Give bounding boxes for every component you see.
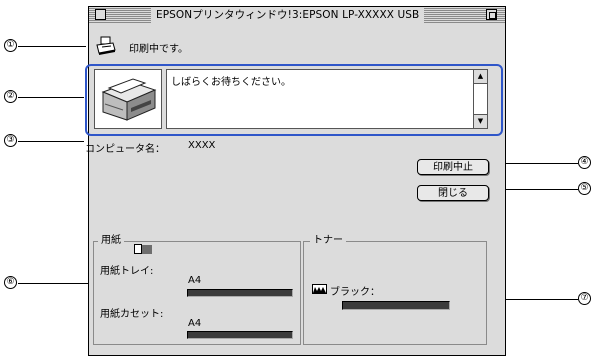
callout-line-1 <box>18 46 86 47</box>
paper-tray-size: A4 <box>188 275 202 286</box>
callout-2: ② <box>4 90 17 103</box>
toner-group: トナー ブラック： <box>303 234 487 345</box>
printer-icon <box>96 36 116 55</box>
callout-line-6 <box>18 283 92 284</box>
callout-3: ③ <box>4 134 17 147</box>
paper-stack-icon <box>134 244 152 254</box>
status-text: 印刷中です。 <box>129 44 188 55</box>
paper-group: 用紙 用紙トレイ: A4 用紙カセット: A4 <box>93 234 301 345</box>
paper-legend-label: 用紙 <box>101 235 121 246</box>
toner-icon <box>312 284 327 294</box>
scroll-up-arrow-icon[interactable]: ▲ <box>474 70 487 84</box>
toner-black-label: ブラック： <box>330 287 380 298</box>
message-scrollbar[interactable]: ▲ ▼ <box>473 70 487 128</box>
toner-group-legend: トナー <box>310 234 346 248</box>
close-box[interactable] <box>95 9 106 20</box>
callout-line-2 <box>18 97 84 98</box>
cancel-print-button[interactable]: 印刷中止 <box>417 159 489 175</box>
window-title: EPSONプリンタウィンドウ!3:EPSON LP-XXXXX USB <box>151 8 425 23</box>
callout-5: ⑤ <box>578 182 591 195</box>
printer-window: EPSONプリンタウィンドウ!3:EPSON LP-XXXXX USB 印刷中で… <box>85 6 506 356</box>
computer-name-value: XXXX <box>188 140 216 151</box>
message-text: しばらくお待ちください。 <box>171 77 291 88</box>
paper-group-legend: 用紙 <box>98 234 124 248</box>
laser-printer-icon <box>101 78 157 121</box>
printer-image <box>94 69 162 129</box>
paper-tray-label: 用紙トレイ: <box>100 266 154 277</box>
paper-cassette-size: A4 <box>188 318 202 329</box>
close-button[interactable]: 閉じる <box>417 185 489 201</box>
paper-tray-level-bar <box>187 289 293 297</box>
computer-name-label: コンピュータ名： <box>85 144 165 155</box>
paper-cassette-level-bar <box>187 331 293 339</box>
toner-black-level-fill <box>343 302 449 309</box>
title-bar[interactable]: EPSONプリンタウィンドウ!3:EPSON LP-XXXXX USB <box>89 7 505 24</box>
toner-legend-label: トナー <box>313 235 343 246</box>
paper-cassette-label: 用紙カセット: <box>100 309 164 320</box>
paper-cassette-level-fill <box>188 332 292 338</box>
message-box: しばらくお待ちください。 ▲ ▼ <box>166 69 488 129</box>
callout-6: ⑥ <box>4 276 17 289</box>
toner-black-level-bar <box>342 301 450 310</box>
callout-1: ① <box>4 39 17 52</box>
scroll-down-arrow-icon[interactable]: ▼ <box>474 114 487 128</box>
callout-4: ④ <box>578 156 591 169</box>
paper-tray-level-fill <box>188 290 292 296</box>
callout-7: ⑦ <box>578 292 591 305</box>
callout-line-3 <box>18 141 84 142</box>
zoom-box[interactable] <box>486 9 497 20</box>
